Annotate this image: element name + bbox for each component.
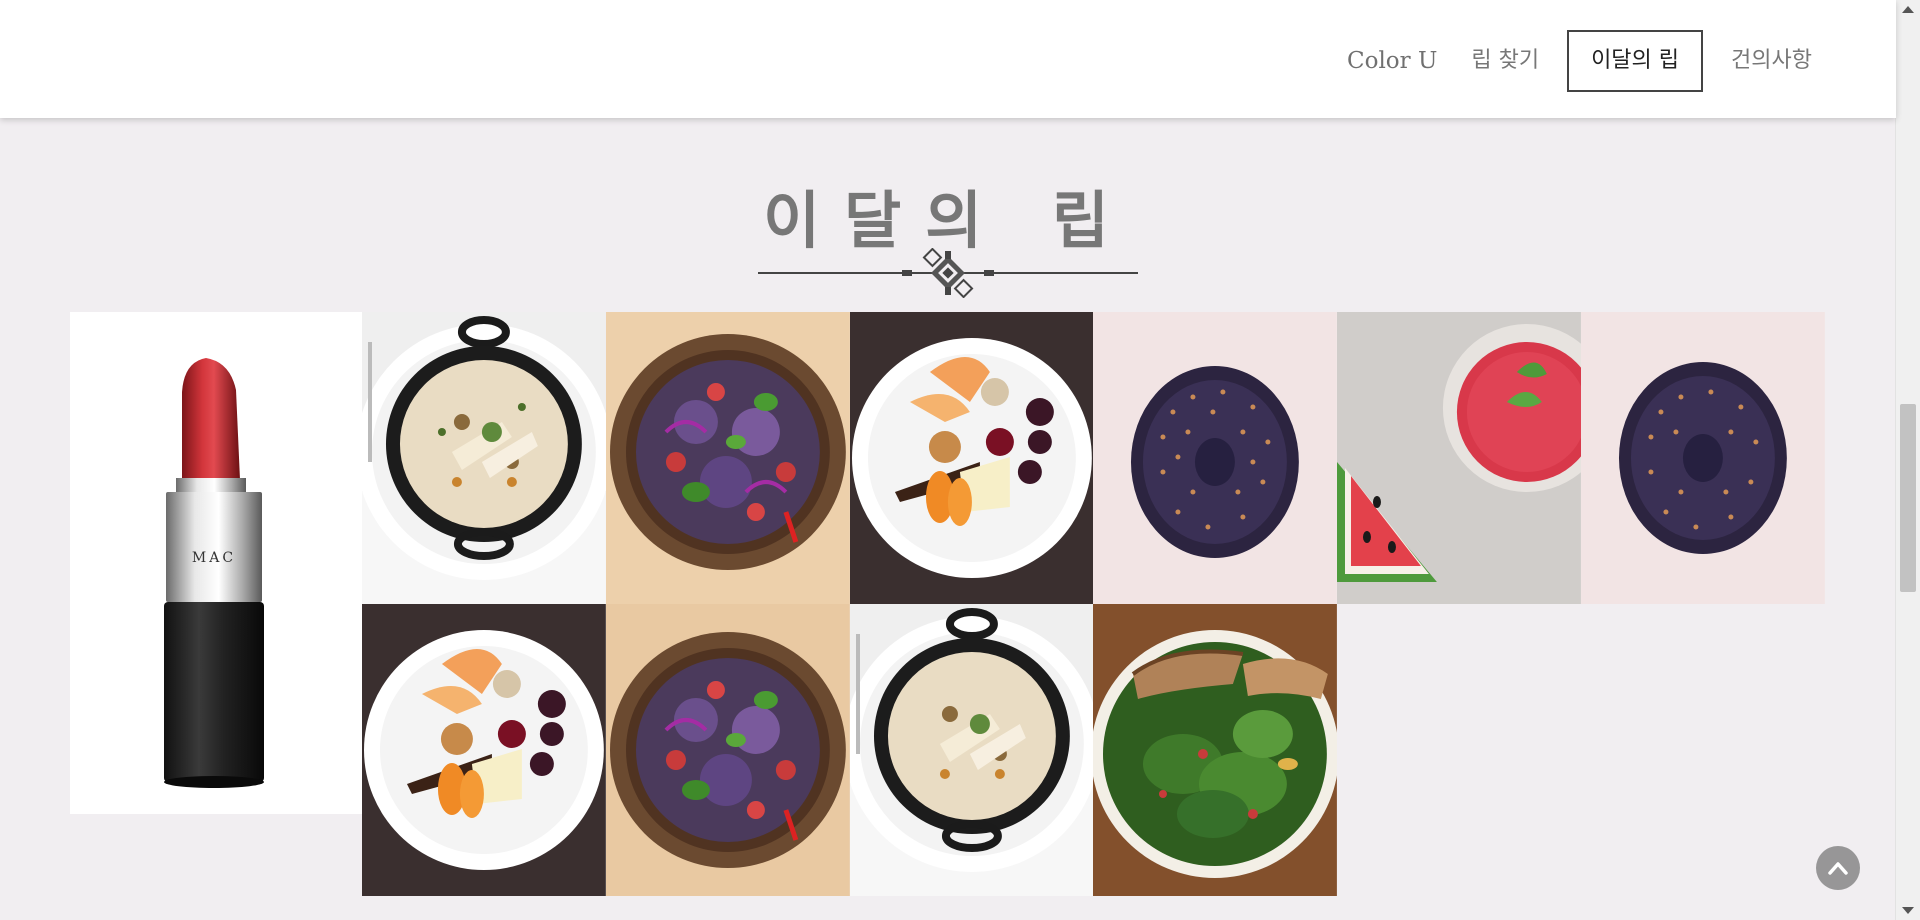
gallery-tile[interactable] (362, 312, 606, 604)
nav-item-suggestions[interactable]: 건의사항 (1725, 31, 1818, 91)
nav-brand-link[interactable]: Color U (1341, 31, 1443, 91)
nav-menu: Color U 립 찾기 이달의 립 건의사항 (1341, 30, 1818, 92)
back-to-top-button[interactable] (1816, 846, 1860, 890)
gallery-tile[interactable] (849, 604, 1094, 896)
dessert-plate-image (362, 604, 606, 896)
salad-bowl-image (1093, 604, 1338, 896)
scroll-down-arrow-icon[interactable] (1902, 907, 1914, 914)
page-scrollbar[interactable] (1895, 0, 1920, 920)
nav-item-lip-of-month[interactable]: 이달의 립 (1567, 30, 1704, 92)
gallery-tile[interactable] (1093, 604, 1338, 896)
gallery-tile[interactable] (1093, 312, 1338, 604)
gallery-tile[interactable] (849, 312, 1094, 604)
gallery-tile[interactable] (605, 312, 850, 604)
scroll-up-arrow-icon[interactable] (1902, 6, 1914, 13)
page: Color U 립 찾기 이달의 립 건의사항 이달의 립 MAC (0, 0, 1920, 920)
lipstick-icon: MAC (164, 358, 264, 788)
nav-item-find-lip[interactable]: 립 찾기 (1465, 31, 1545, 91)
oatmeal-pot-image (362, 312, 606, 604)
watermelon-drink-image (1337, 312, 1582, 604)
gallery-tile[interactable] (1337, 312, 1582, 604)
navbar: Color U 립 찾기 이달의 립 건의사항 (0, 0, 1896, 118)
veggie-bowl-image (605, 604, 850, 896)
food-gallery-grid (362, 312, 1825, 896)
section-title: 이달의 립 (763, 184, 1133, 257)
scrollbar-thumb[interactable] (1900, 404, 1916, 592)
veggie-bowl-image (605, 312, 850, 604)
brand-mark: MAC (192, 550, 236, 566)
chocolate-donut-image (1093, 312, 1338, 604)
gallery-tile[interactable] (362, 604, 606, 896)
ornament-divider-icon (758, 248, 1138, 298)
featured-lipstick-card[interactable]: MAC (70, 312, 362, 814)
gallery-tile[interactable] (605, 604, 850, 896)
chevron-up-icon (1828, 862, 1848, 875)
chocolate-donut-image (1581, 312, 1825, 604)
oatmeal-pot-image (849, 604, 1094, 896)
dessert-plate-image (849, 312, 1094, 604)
gallery-tile[interactable] (1581, 312, 1825, 604)
